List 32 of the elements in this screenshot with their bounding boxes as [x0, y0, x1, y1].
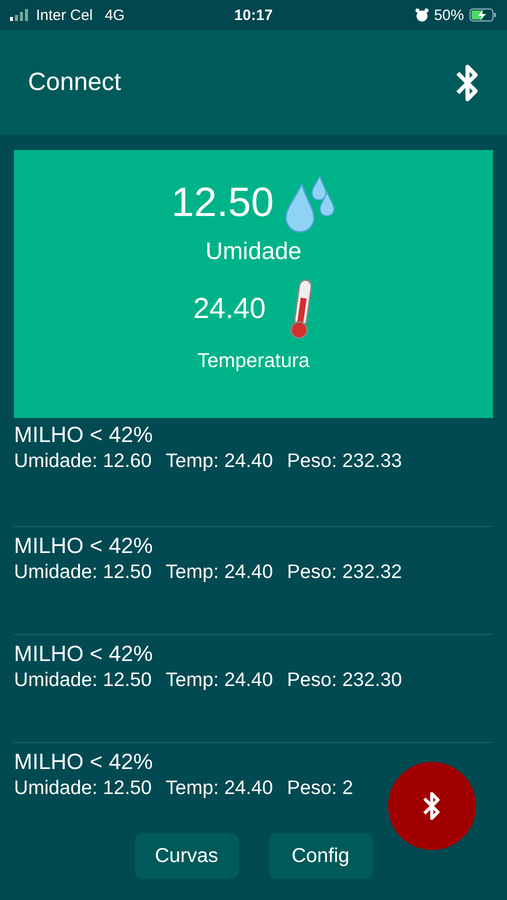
- weight-reading: Peso: 232.33: [287, 450, 402, 473]
- reading-title: MILHO < 42%: [14, 641, 154, 667]
- bluetooth-icon: [423, 790, 441, 822]
- weight-reading: Peso: 232.30: [287, 669, 402, 692]
- temperature-reading: Temp: 24.40: [166, 777, 273, 800]
- reading-title: MILHO < 42%: [14, 749, 154, 775]
- temperature-label: Temperatura: [197, 350, 310, 373]
- alarm-icon: [414, 8, 429, 22]
- battery-charging-icon: [468, 8, 497, 22]
- temperature-reading: Temp: 24.40: [166, 561, 273, 584]
- humidity-reading: Umidade: 12.50: [14, 561, 152, 584]
- humidity-label: Umidade: [205, 238, 302, 266]
- weight-reading: Peso: 232.32: [287, 561, 402, 584]
- humidity-reading: Umidade: 12.50: [14, 669, 152, 692]
- temperature-reading: Temp: 24.40: [166, 450, 273, 473]
- temperature-value: 24.40: [193, 292, 266, 326]
- signal-icon: [10, 9, 30, 21]
- temperature-reading: Temp: 24.40: [166, 669, 273, 692]
- footer-button[interactable]: Curvas: [134, 833, 238, 879]
- clock-time: 10:17: [234, 6, 273, 24]
- battery-percent: 50%: [434, 6, 464, 24]
- reading-title: MILHO < 42%: [14, 422, 154, 448]
- humidity-reading: Umidade: 12.50: [14, 777, 152, 800]
- humidity-value: 12.50: [171, 178, 274, 226]
- weight-reading: Peso: 2: [287, 777, 354, 800]
- footer-button[interactable]: Config: [268, 833, 372, 879]
- humidity-reading: Umidade: 12.60: [14, 450, 152, 473]
- network-type: 4G: [104, 6, 125, 24]
- thermometer-icon: [288, 278, 314, 340]
- carrier-name: Inter Cel: [36, 6, 93, 24]
- reading-title: MILHO < 42%: [14, 533, 154, 559]
- screen-title: Connect: [28, 68, 122, 97]
